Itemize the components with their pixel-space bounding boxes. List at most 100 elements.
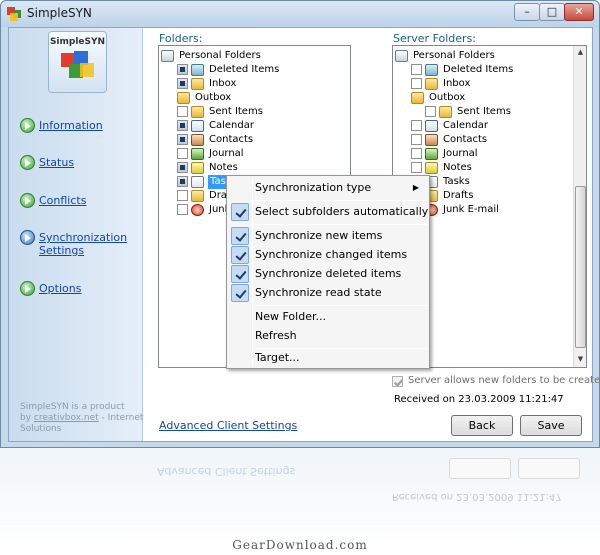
sidebar-item-status[interactable]: Status: [20, 155, 130, 171]
menu-separator: [255, 200, 427, 201]
menu-item-target[interactable]: Target...: [229, 348, 427, 368]
reflection-save-button: [518, 458, 580, 479]
reflection-advanced-link: Advanced Client Settings: [157, 465, 296, 478]
inbox-folder-icon: [191, 78, 204, 90]
tree-label: Drafts: [443, 190, 474, 201]
server-allows-new-folders-checkbox[interactable]: Server allows new folders to be created: [392, 375, 600, 389]
sidebar-item-options[interactable]: Options: [20, 281, 130, 297]
menu-item-sync-read-state[interactable]: Synchronize read state: [229, 283, 427, 303]
tree-checkbox[interactable]: [411, 134, 422, 145]
journal-icon: [191, 148, 204, 160]
sidebar-item-label[interactable]: Information: [39, 119, 103, 132]
tree-checkbox[interactable]: [177, 176, 188, 187]
menu-separator: [255, 224, 427, 225]
scroll-down-icon[interactable]: ▼: [574, 353, 586, 366]
tree-label: Sent Items: [209, 106, 263, 117]
close-button[interactable]: ✕: [564, 3, 594, 21]
advanced-client-settings-link[interactable]: Advanced Client Settings: [159, 419, 297, 432]
tree-label: Outbox: [429, 92, 466, 103]
tree-label: Calendar: [209, 120, 254, 131]
menu-item-new-folder[interactable]: New Folder...: [229, 307, 427, 327]
received-timestamp: Received on 23.03.2009 11:21:47: [394, 394, 564, 405]
sidebar-item-label-line2[interactable]: Settings: [39, 244, 84, 257]
check-icon: [231, 203, 249, 221]
sent-items-folder-icon: [439, 106, 452, 118]
tree-label: Contacts: [209, 134, 254, 145]
tree-checkbox[interactable]: [177, 162, 188, 173]
product-line2: by creativbox.net - Internet: [20, 413, 145, 424]
tree-label: Inbox: [443, 78, 471, 89]
green-arrow-icon: [20, 281, 35, 296]
menu-item-sync-new-items[interactable]: Synchronize new items: [229, 226, 427, 246]
scroll-up-icon[interactable]: ▲: [574, 46, 586, 59]
sidebar-item-synchronization-settings[interactable]: Synchronization Settings: [20, 230, 135, 258]
sidebar-item-information[interactable]: Information: [20, 118, 130, 134]
folders-label: Folders:: [159, 32, 203, 45]
outbox-folder-icon: [411, 92, 424, 104]
sent-items-folder-icon: [191, 106, 204, 118]
check-icon: [231, 265, 249, 283]
tree-label: Journal: [443, 148, 478, 159]
notes-icon: [425, 162, 438, 174]
tree-label: Notes: [443, 162, 472, 173]
tree-checkbox[interactable]: [177, 204, 188, 215]
menu-item-select-subfolders[interactable]: Select subfolders automatically: [229, 202, 429, 222]
back-button[interactable]: Back: [451, 415, 513, 436]
tree-checkbox[interactable]: [411, 64, 422, 75]
tree-checkbox[interactable]: [177, 78, 188, 89]
menu-item-sync-changed-items[interactable]: Synchronize changed items: [229, 245, 427, 265]
creativbox-link[interactable]: creativbox.net: [34, 413, 99, 423]
green-arrow-icon: [20, 155, 35, 170]
minimize-button[interactable]: –: [514, 3, 540, 21]
logo-square-yellow: [80, 63, 94, 77]
maximize-button[interactable]: □: [539, 3, 565, 21]
tree-checkbox[interactable]: [177, 120, 188, 131]
server-folders-label: Server Folders:: [393, 32, 476, 45]
tree-checkbox[interactable]: [411, 78, 422, 89]
product-line1: SimpleSYN is a product: [20, 402, 125, 412]
menu-item-label: Select subfolders automatically: [255, 205, 429, 218]
menu-item-refresh[interactable]: Refresh: [229, 326, 427, 346]
tree-checkbox[interactable]: [177, 106, 188, 117]
personal-folders-icon: [161, 50, 174, 62]
menu-item-label: Synchronize changed items: [255, 248, 408, 261]
tree-checkbox[interactable]: [411, 120, 422, 131]
tree-checkbox[interactable]: [177, 64, 188, 75]
tree-label: Journal: [209, 148, 244, 159]
tree-checkbox[interactable]: [177, 148, 188, 159]
sidebar-item-label-line1[interactable]: Synchronization: [39, 231, 127, 244]
app-icon: [7, 7, 21, 21]
checkbox-box[interactable]: [392, 376, 403, 387]
server-folders-scrollbar[interactable]: ▲ ▼: [573, 46, 586, 367]
product-suffix: - Internet: [101, 413, 144, 423]
save-button[interactable]: Save: [520, 415, 582, 436]
title-bar[interactable]: SimpleSYN – □ ✕: [1, 1, 599, 27]
tree-checkbox[interactable]: [411, 148, 422, 159]
menu-item-synchronization-type[interactable]: Synchronization type ▶: [229, 178, 427, 198]
sidebar-item-conflicts[interactable]: Conflicts: [20, 193, 130, 209]
window-title: SimpleSYN: [27, 6, 92, 20]
server-allows-label: Server allows new folders to be created: [408, 375, 600, 386]
reflection-back-button: [449, 458, 511, 479]
check-icon: [231, 246, 249, 264]
context-menu: Synchronization type ▶ Select subfolders…: [226, 175, 430, 369]
product-line3: Solutions: [20, 424, 62, 434]
sidebar-item-label[interactable]: Status: [39, 156, 74, 169]
scroll-thumb[interactable]: [575, 186, 586, 348]
submenu-arrow-icon: ▶: [412, 183, 419, 192]
menu-item-label: Synchronize new items: [255, 229, 383, 242]
tree-label: Tasks: [443, 176, 470, 187]
sidebar-item-label[interactable]: Options: [39, 282, 81, 295]
tree-checkbox[interactable]: [425, 106, 436, 117]
tree-label: Outbox: [195, 92, 232, 103]
green-arrow-icon: [20, 118, 35, 133]
menu-item-sync-deleted-items[interactable]: Synchronize deleted items: [229, 264, 427, 284]
tasks-icon: [191, 176, 204, 188]
menu-item-label: New Folder...: [255, 310, 326, 323]
calendar-icon: [425, 120, 438, 132]
tree-checkbox[interactable]: [177, 190, 188, 201]
sidebar-item-label[interactable]: Conflicts: [39, 194, 86, 207]
product-info: SimpleSYN is a product by creativbox.net…: [20, 402, 145, 435]
tree-checkbox[interactable]: [411, 162, 422, 173]
tree-checkbox[interactable]: [177, 134, 188, 145]
